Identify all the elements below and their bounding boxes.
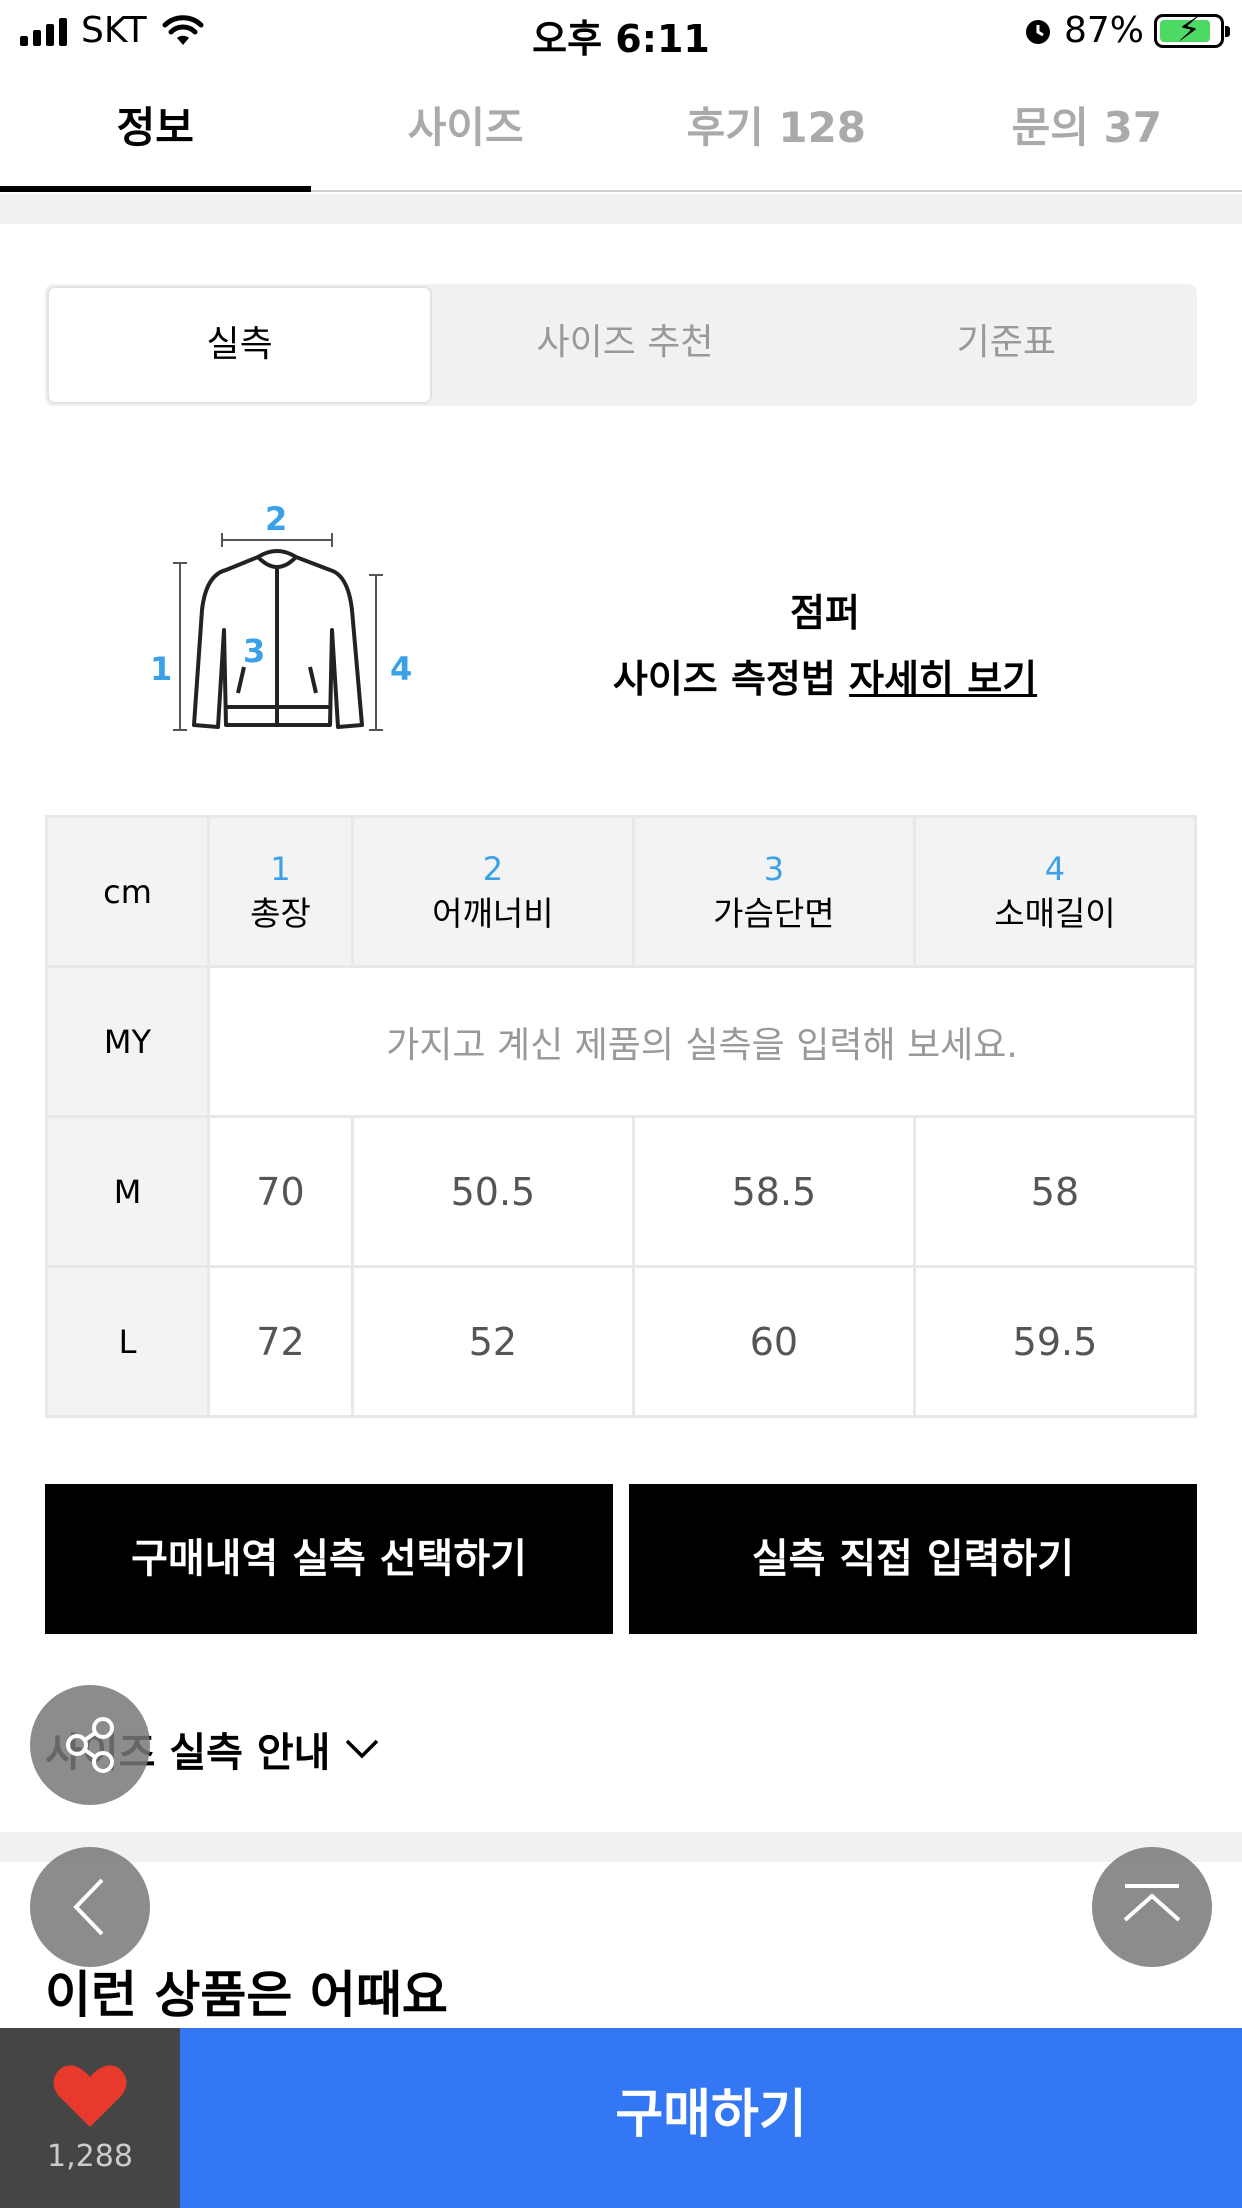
table-cell: 59.5 [912,1265,1198,1418]
table-cell: 52 [350,1265,635,1418]
tab-reviews[interactable]: 후기 128 [621,70,932,190]
like-count: 1,288 [47,2138,133,2174]
tab-size[interactable]: 사이즈 [311,70,622,190]
select-purchase-measure-button[interactable]: 구매내역 실측 선택하기 [45,1484,613,1634]
measure-info: 점퍼 사이즈 측정법 자세히 보기 [560,580,1090,712]
measure-label-4: 4 [390,650,412,688]
scroll-top-icon [1123,1884,1181,1922]
table-row: L 72 52 60 59.5 [45,1265,1198,1418]
share-button[interactable] [30,1685,150,1805]
chevron-left-icon [73,1878,104,1936]
status-right: 87% ⚡ [1022,10,1230,51]
table-row: M 70 50.5 58.5 58 [45,1115,1198,1268]
measure-label-3: 3 [243,632,265,670]
product-type: 점퍼 [790,591,860,635]
heart-icon [53,2064,127,2127]
direct-input-measure-button[interactable]: 실측 직접 입력하기 [629,1484,1197,1634]
my-size-input-prompt[interactable]: 가지고 계신 제품의 실측을 입력해 보세요. [207,965,1197,1118]
bottom-bar: 1,288 구매하기 [0,2028,1242,2208]
share-icon [66,1717,114,1773]
measure-method-text: 사이즈 측정법 [612,657,836,701]
chevron-down-icon [346,1739,379,1759]
subtab-size-recommend[interactable]: 사이즈 추천 [434,284,815,406]
section-divider [0,1832,1242,1862]
battery-icon: ⚡ [1154,13,1230,48]
table-cell: 70 [207,1115,354,1268]
table-header-row: cm 1 총장 2 어깨너비 3 가슴단면 4 소매길이 [45,815,1198,968]
table-cell: 60 [631,1265,916,1418]
unit-cell: cm [45,815,210,968]
table-cell: 58 [912,1115,1198,1268]
row-label: L [45,1265,210,1418]
like-button[interactable]: 1,288 [0,2028,180,2208]
detail-link[interactable]: 자세히 보기 [849,657,1037,701]
measure-label-2: 2 [265,500,287,538]
tab-inquiries[interactable]: 문의 37 [932,70,1242,190]
column-header: 1 총장 [207,815,354,968]
battery-percent: 87% [1063,10,1144,51]
size-table: cm 1 총장 2 어깨너비 3 가슴단면 4 소매길이 MY 가지고 계신 제… [45,815,1198,1418]
section-divider [0,194,1242,224]
row-label: MY [45,965,210,1118]
scroll-top-button[interactable] [1092,1847,1212,1967]
jacket-measure-illustration: 1 2 3 4 [150,500,412,731]
tab-info[interactable]: 정보 [0,70,311,192]
table-row-my: MY 가지고 계신 제품의 실측을 입력해 보세요. [45,965,1197,1118]
measure-label-1: 1 [150,650,172,688]
column-header: 2 어깨너비 [350,815,635,968]
subtab-measured[interactable]: 실측 [47,286,433,404]
alarm-icon [1025,19,1050,44]
column-header: 4 소매길이 [912,815,1198,968]
main-tabs: 정보 사이즈 후기 128 문의 37 [0,70,1242,192]
subtab-size-chart[interactable]: 기준표 [816,284,1197,406]
table-cell: 58.5 [631,1115,916,1268]
measure-method-line: 사이즈 측정법 자세히 보기 [560,646,1090,712]
buy-button[interactable]: 구매하기 [180,2028,1242,2208]
size-sub-tabs: 실측 사이즈 추천 기준표 [45,284,1197,406]
status-bar: SKT 오후 6:11 87% ⚡ [0,0,1242,62]
table-cell: 50.5 [350,1115,635,1268]
recommend-title: 이런 상품은 어때요 [45,1966,448,2024]
back-button[interactable] [30,1847,150,1967]
row-label: M [45,1115,210,1268]
table-cell: 72 [207,1265,354,1418]
column-header: 3 가슴단면 [631,815,916,968]
